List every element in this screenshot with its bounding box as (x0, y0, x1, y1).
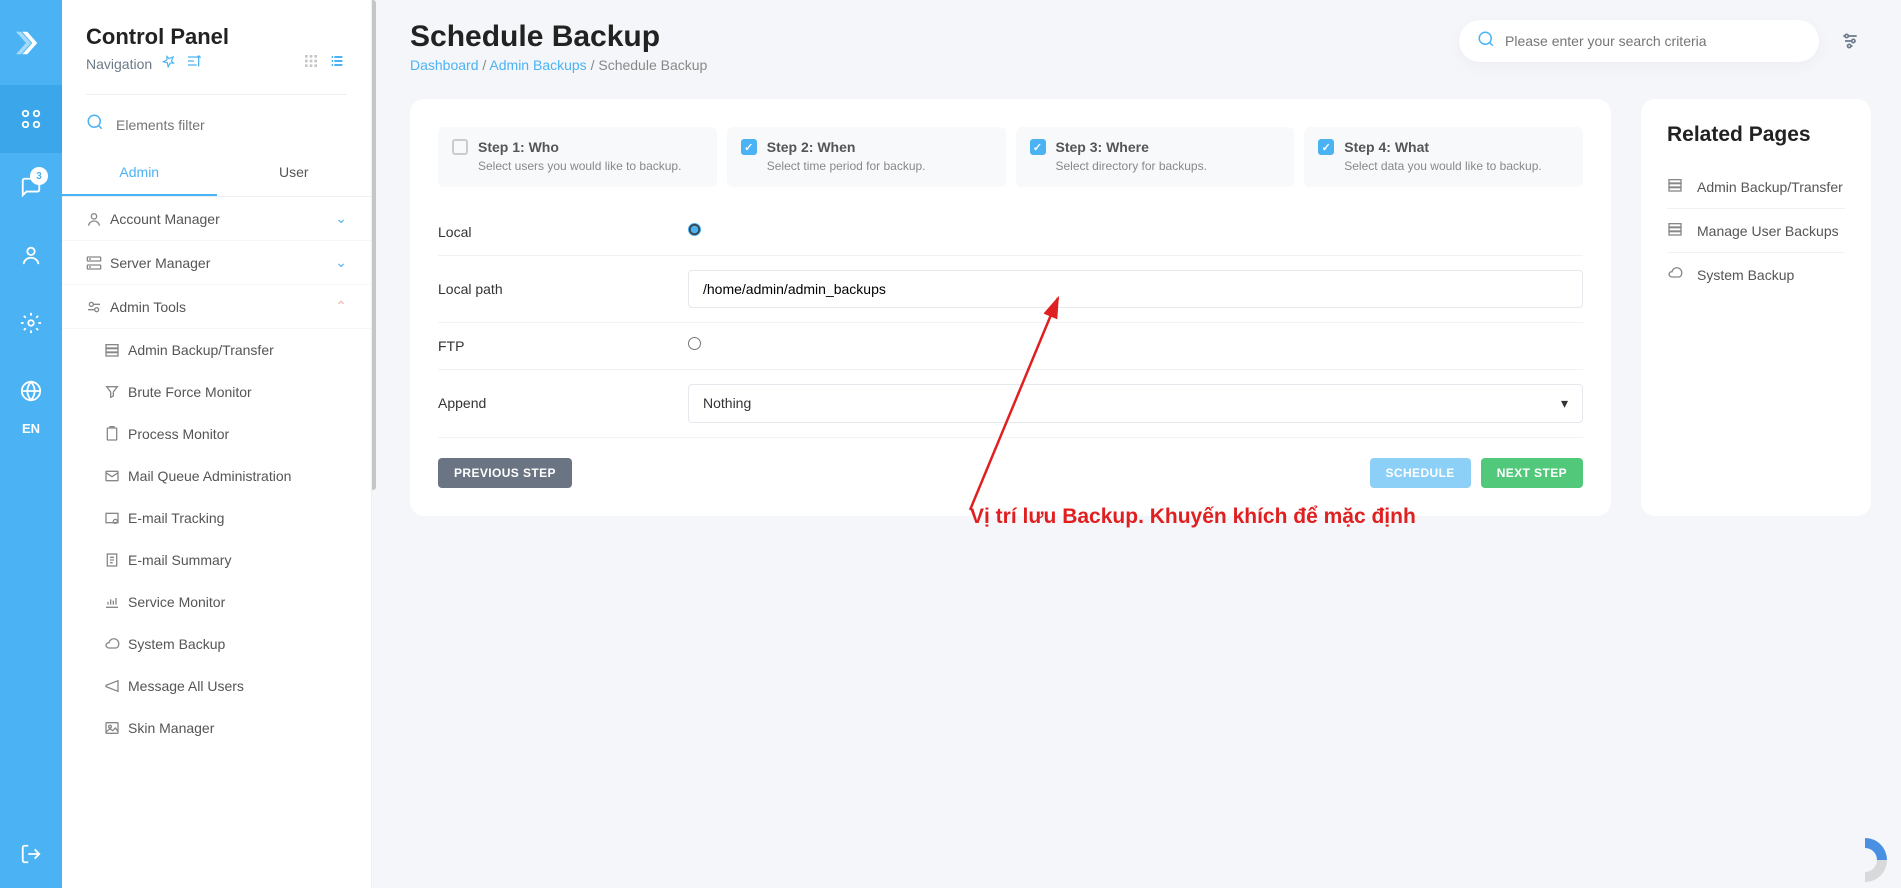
cloud-icon (104, 636, 128, 652)
related-manage-user-backups[interactable]: Manage User Backups (1667, 209, 1845, 253)
search-icon (1477, 30, 1495, 53)
rail-language[interactable]: EN (0, 413, 62, 443)
ftp-radio[interactable] (688, 337, 701, 350)
nav-item-message-all[interactable]: Message All Users (62, 665, 371, 707)
rail-logout[interactable] (0, 820, 62, 888)
grid-view-icon[interactable] (303, 53, 319, 74)
list-view-icon[interactable] (329, 53, 345, 74)
rail-dashboard[interactable] (0, 85, 62, 153)
storage-icon (1667, 177, 1685, 196)
local-radio[interactable] (688, 223, 701, 236)
filter-button[interactable] (1829, 20, 1871, 62)
nav-item-backup-transfer[interactable]: Admin Backup/Transfer (62, 329, 371, 371)
rail-messages[interactable]: 3 (0, 153, 62, 221)
image-icon (104, 720, 128, 736)
backup-form-card: Step 1: Who Select users you would like … (410, 99, 1611, 516)
messages-badge: 3 (30, 167, 48, 185)
step-where[interactable]: Step 3: Where Select directory for backu… (1016, 127, 1295, 187)
chart-icon (104, 594, 128, 610)
search-icon (86, 113, 104, 136)
breadcrumb: Dashboard / Admin Backups / Schedule Bac… (410, 57, 707, 73)
chevron-down-icon: ▾ (1561, 395, 1568, 412)
nav-item-brute-force[interactable]: Brute Force Monitor (62, 371, 371, 413)
related-title: Related Pages (1667, 123, 1845, 147)
nav-panel: Control Panel Navigation (62, 0, 372, 888)
elements-filter-input[interactable] (116, 117, 347, 133)
nav-item-system-backup[interactable]: System Backup (62, 623, 371, 665)
tab-admin[interactable]: Admin (62, 150, 217, 196)
nav-item-process-monitor[interactable]: Process Monitor (62, 413, 371, 455)
step-who[interactable]: Step 1: Who Select users you would like … (438, 127, 717, 187)
user-icon (86, 211, 110, 227)
storage-icon (104, 342, 128, 358)
local-path-input[interactable] (688, 270, 1583, 308)
ftp-label: FTP (438, 338, 688, 354)
logo[interactable] (0, 0, 62, 85)
sort-icon[interactable] (186, 53, 202, 74)
rail-settings[interactable] (0, 289, 62, 357)
chevron-down-icon: ⌄ (335, 210, 347, 227)
annotation-text: Vị trí lưu Backup. Khuyến khích để mặc đ… (970, 505, 1416, 529)
tracking-icon (104, 510, 128, 526)
crumb-dashboard[interactable]: Dashboard (410, 57, 479, 73)
next-step-button[interactable]: NEXT STEP (1481, 458, 1583, 488)
recaptcha-badge (1835, 834, 1895, 888)
section-account-manager[interactable]: Account Manager ⌄ (62, 197, 371, 241)
server-icon (86, 255, 110, 271)
chevron-up-icon: ⌃ (335, 298, 347, 315)
related-system-backup[interactable]: System Backup (1667, 253, 1845, 296)
step-what-checkbox[interactable] (1318, 139, 1334, 155)
tab-user[interactable]: User (217, 150, 372, 196)
nav-tabs: Admin User (62, 150, 371, 197)
nav-item-mail-queue[interactable]: Mail Queue Administration (62, 455, 371, 497)
nav-item-email-summary[interactable]: E-mail Summary (62, 539, 371, 581)
previous-step-button[interactable]: PREVIOUS STEP (438, 458, 572, 488)
nav-item-email-tracking[interactable]: E-mail Tracking (62, 497, 371, 539)
clipboard-icon (104, 426, 128, 442)
nav-item-skin-manager[interactable]: Skin Manager (62, 707, 371, 749)
document-icon (104, 552, 128, 568)
schedule-button[interactable]: SCHEDULE (1370, 458, 1471, 488)
append-label: Append (438, 395, 688, 411)
page-title: Schedule Backup (410, 20, 707, 54)
chevron-down-icon: ⌄ (335, 254, 347, 271)
icon-rail: 3 EN (0, 0, 62, 888)
crumb-current: Schedule Backup (598, 57, 707, 73)
search-box (1459, 20, 1819, 62)
append-select[interactable]: Nothing ▾ (688, 384, 1583, 423)
pin-icon[interactable] (162, 54, 176, 73)
step-what[interactable]: Step 4: What Select data you would like … (1304, 127, 1583, 187)
related-pages-card: Related Pages Admin Backup/Transfer Mana… (1641, 99, 1871, 516)
section-server-manager[interactable]: Server Manager ⌄ (62, 241, 371, 285)
rail-user[interactable] (0, 221, 62, 289)
nav-title: Control Panel (86, 24, 229, 50)
filter-icon (104, 384, 128, 400)
step-when-checkbox[interactable] (741, 139, 757, 155)
related-backup-transfer[interactable]: Admin Backup/Transfer (1667, 165, 1845, 209)
step-who-checkbox[interactable] (452, 139, 468, 155)
step-when[interactable]: Step 2: When Select time period for back… (727, 127, 1006, 187)
section-admin-tools[interactable]: Admin Tools ⌃ (62, 285, 371, 329)
local-label: Local (438, 224, 688, 240)
megaphone-icon (104, 678, 128, 694)
search-input[interactable] (1505, 33, 1801, 49)
cloud-icon (1667, 265, 1685, 284)
nav-subtitle: Navigation (86, 56, 152, 72)
step-where-checkbox[interactable] (1030, 139, 1046, 155)
storage-icon (1667, 221, 1685, 240)
mail-icon (104, 468, 128, 484)
tools-icon (86, 299, 110, 315)
nav-item-service-monitor[interactable]: Service Monitor (62, 581, 371, 623)
local-path-label: Local path (438, 281, 688, 297)
crumb-admin-backups[interactable]: Admin Backups (489, 57, 586, 73)
